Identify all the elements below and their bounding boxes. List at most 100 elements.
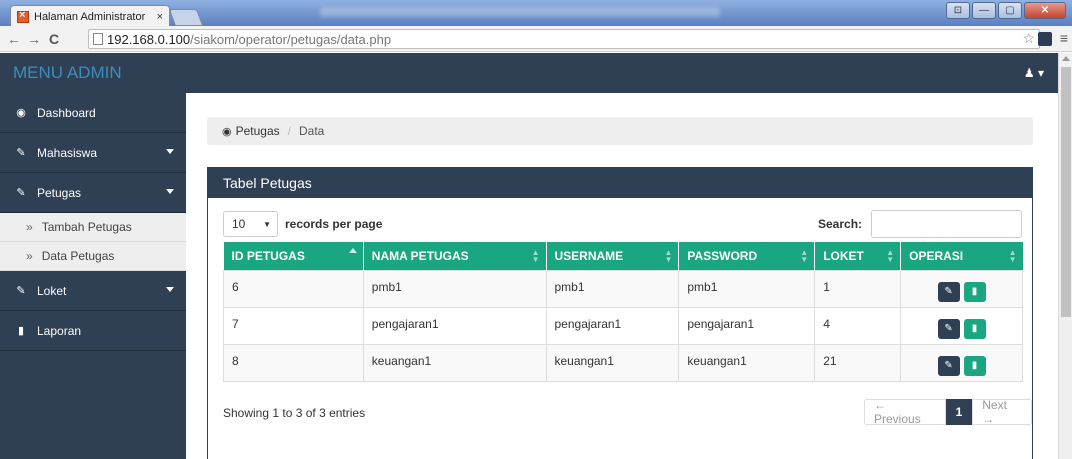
edit-icon: ✎ xyxy=(16,147,26,159)
tab-close-button[interactable]: × xyxy=(157,11,163,23)
breadcrumb: ◉ Petugas / Data xyxy=(207,117,1033,145)
sidebar-item-label: Laporan xyxy=(37,323,82,338)
edit-button[interactable]: ✎ xyxy=(937,281,960,302)
sidebar-item-petugas[interactable]: ✎ Petugas xyxy=(0,173,186,213)
delete-button[interactable]: ▮ xyxy=(963,318,986,339)
petugas-table: ID PETUGAS NAMA PETUGAS ▲ ▼ USERNAME ▲ ▼ PAS… xyxy=(223,242,1023,382)
browser-toolbar: ← → C 192.168.0.100/siakom/operator/petu… xyxy=(0,26,1072,52)
sidebar-item-laporan[interactable]: ▮ Laporan xyxy=(0,311,186,351)
sidebar: ◉ Dashboard ✎ Mahasiswa ✎ Petugas » Tamb… xyxy=(0,93,186,459)
sidebar-item-label: Mahasiswa xyxy=(37,145,98,160)
browser-menu-icon[interactable]: ≡ xyxy=(1060,30,1068,46)
sort-asc-icon xyxy=(348,248,357,253)
edit-button[interactable]: ✎ xyxy=(937,355,960,376)
caret-down-icon xyxy=(166,287,174,292)
col-header-label: USERNAME xyxy=(554,248,624,263)
cell-operasi: ✎ ▮ xyxy=(900,343,1023,382)
breadcrumb-current: Data xyxy=(299,124,325,138)
col-username[interactable]: USERNAME ▲ ▼ xyxy=(546,242,680,270)
cell-nama: keuangan1 xyxy=(362,343,547,382)
sidebar-item-label: Petugas xyxy=(37,185,82,200)
page-icon xyxy=(93,33,103,45)
sidebar-item-mahasiswa[interactable]: ✎ Mahasiswa xyxy=(0,133,186,173)
sidebar-subitem-data-petugas[interactable]: » Data Petugas xyxy=(0,242,186,271)
col-header-label: OPERASI xyxy=(909,248,964,263)
forward-arrow-icon[interactable]: → xyxy=(24,31,44,47)
sidebar-item-dashboard[interactable]: ◉ Dashboard xyxy=(0,93,186,133)
edit-icon: ✎ xyxy=(16,187,26,199)
window-close-button[interactable]: ✕ xyxy=(1024,2,1066,19)
edit-icon: ✎ xyxy=(944,322,953,334)
sidebar-subitem-label: Data Petugas xyxy=(41,249,115,263)
window-controls: ⊡ — ▢ ✕ xyxy=(946,2,1066,19)
cell-loket: 1 xyxy=(814,269,902,308)
cell-nama: pmb1 xyxy=(362,269,547,308)
col-header-label: PASSWORD xyxy=(687,248,758,263)
col-password[interactable]: PASSWORD ▲ ▼ xyxy=(678,242,816,270)
address-bar[interactable]: 192.168.0.100/siakom/operator/petugas/da… xyxy=(88,29,1040,49)
cell-operasi: ✎ ▮ xyxy=(900,306,1023,345)
records-per-page-label: records per page xyxy=(285,217,383,231)
breadcrumb-parent[interactable]: Petugas xyxy=(236,124,280,138)
back-arrow-icon[interactable]: ← xyxy=(4,31,24,47)
browser-tab[interactable]: Halaman Administrator × xyxy=(10,5,170,27)
col-id-petugas[interactable]: ID PETUGAS xyxy=(223,242,364,270)
pagination-next[interactable]: Next → xyxy=(972,398,1032,426)
new-tab-button[interactable] xyxy=(168,9,204,26)
extension-icon[interactable] xyxy=(1038,32,1052,46)
user-menu-toggle[interactable]: ♟ ▾ xyxy=(1024,66,1044,80)
sort-icon: ▲ ▼ xyxy=(1008,248,1017,264)
sort-icon: ▲ ▼ xyxy=(886,248,895,264)
panel-title: Tabel Petugas xyxy=(208,168,1032,198)
records-per-page-value: 10 xyxy=(232,217,246,231)
edit-icon: ✎ xyxy=(944,359,953,371)
window-maximize-button[interactable]: ▢ xyxy=(998,2,1022,19)
page-scrollbar[interactable] xyxy=(1058,53,1072,459)
sort-icon: ▲ ▼ xyxy=(664,248,673,264)
cell-username: pmb1 xyxy=(545,269,680,308)
edit-button[interactable]: ✎ xyxy=(937,318,960,339)
scroll-up-icon[interactable] xyxy=(1062,56,1070,61)
url-host: 192.168.0.100 xyxy=(107,31,191,47)
window-user-icon[interactable]: ⊡ xyxy=(946,2,970,19)
trash-icon: ▮ xyxy=(971,322,978,334)
table-row: 6 pmb1 pmb1 pmb1 1 ✎ ▮ xyxy=(223,269,1023,308)
user-menu-caret: ▾ xyxy=(1037,66,1044,80)
scrollbar-thumb[interactable] xyxy=(1061,67,1071,317)
sidebar-subitem-tambah-petugas[interactable]: » Tambah Petugas xyxy=(0,213,186,242)
delete-button[interactable]: ▮ xyxy=(963,281,986,302)
pagination-page-1[interactable]: 1 xyxy=(945,399,973,425)
col-operasi[interactable]: OPERASI ▲ ▼ xyxy=(900,242,1023,270)
tab-title: Halaman Administrator xyxy=(34,10,146,23)
file-icon: ▮ xyxy=(17,325,25,337)
col-header-label: LOKET xyxy=(823,248,864,263)
records-per-page-select[interactable]: 10 ▼ xyxy=(223,211,278,237)
url-path: /siakom/operator/petugas/data.php xyxy=(190,31,392,47)
dashboard-icon: ◉ xyxy=(222,125,232,138)
edit-icon: ✎ xyxy=(944,285,953,297)
cell-username: keuangan1 xyxy=(545,343,680,382)
pagination-previous[interactable]: ← Previous xyxy=(864,398,946,426)
bookmark-star-icon[interactable]: ☆ xyxy=(1022,30,1035,47)
delete-button[interactable]: ▮ xyxy=(963,355,986,376)
sort-icon: ▲ ▼ xyxy=(800,248,809,264)
dropdown-arrow-icon: ▼ xyxy=(263,220,271,229)
col-nama-petugas[interactable]: NAMA PETUGAS ▲ ▼ xyxy=(363,242,547,270)
cell-password: pmb1 xyxy=(678,269,816,308)
reload-icon[interactable]: C xyxy=(44,31,64,47)
edit-icon: ✎ xyxy=(16,285,26,297)
caret-down-icon xyxy=(166,189,174,194)
trash-icon: ▮ xyxy=(971,285,978,297)
col-header-label: ID PETUGAS xyxy=(231,248,305,263)
col-header-label: NAMA PETUGAS xyxy=(371,248,469,263)
sidebar-item-label: Loket xyxy=(37,283,67,298)
brand-title[interactable]: MENU ADMIN xyxy=(13,63,122,83)
raquo-icon: » xyxy=(26,220,33,234)
search-input[interactable] xyxy=(871,210,1022,238)
col-loket[interactable]: LOKET ▲ ▼ xyxy=(814,242,902,270)
table-row: 8 keuangan1 keuangan1 keuangan1 21 ✎ ▮ xyxy=(223,343,1023,382)
cell-nama: pengajaran1 xyxy=(362,306,547,345)
sidebar-item-loket[interactable]: ✎ Loket xyxy=(0,271,186,311)
window-minimize-button[interactable]: — xyxy=(972,2,996,19)
cell-username: pengajaran1 xyxy=(545,306,680,345)
